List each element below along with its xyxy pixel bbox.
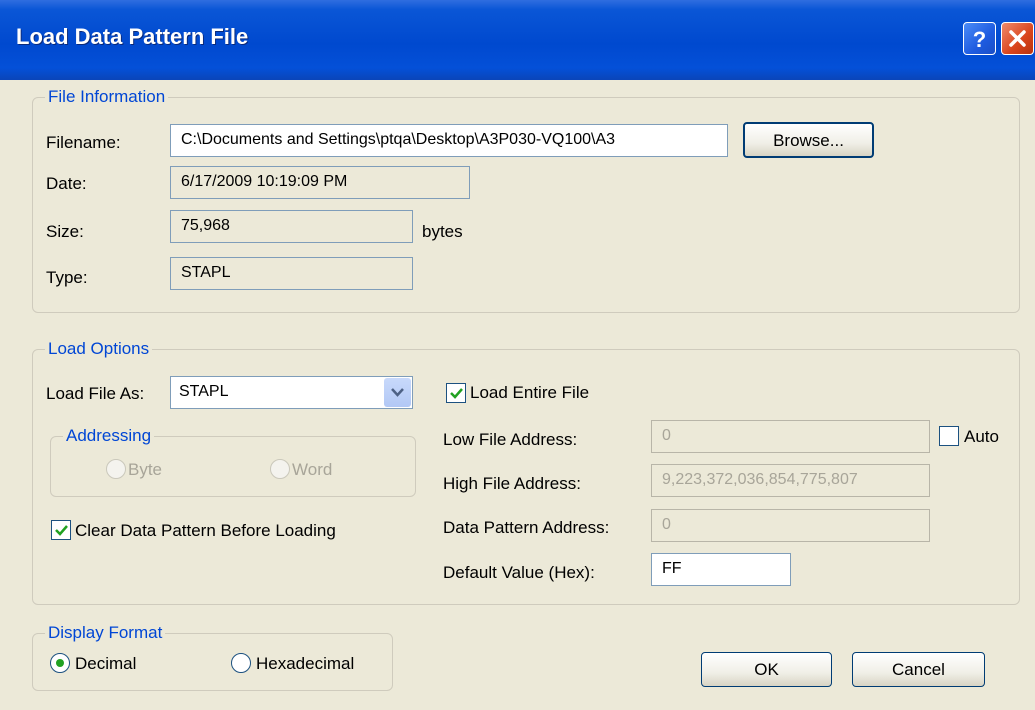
chevron-down-icon xyxy=(391,388,404,397)
word-label: Word xyxy=(292,460,333,479)
radio-selected-dot xyxy=(56,659,64,667)
data-pattern-address-label: Data Pattern Address: xyxy=(443,518,610,537)
title-bar[interactable]: Load Data Pattern File ? xyxy=(0,0,1035,80)
svg-text:?: ? xyxy=(973,27,986,52)
size-field: 75,968 xyxy=(170,210,413,243)
filename-field[interactable]: C:\Documents and Settings\ptqa\Desktop\A… xyxy=(170,124,728,157)
checkmark-icon xyxy=(55,525,68,536)
size-unit-label: bytes xyxy=(422,222,463,241)
dropdown-button[interactable] xyxy=(384,378,411,407)
ok-button[interactable]: OK xyxy=(701,652,832,687)
cancel-button[interactable]: Cancel xyxy=(852,652,985,687)
type-field: STAPL xyxy=(170,257,413,290)
load-file-as-value: STAPL xyxy=(179,383,229,400)
word-radio[interactable] xyxy=(270,459,290,479)
checkmark-icon xyxy=(450,388,463,399)
addressing-legend: Addressing xyxy=(63,426,155,446)
load-entire-file-label[interactable]: Load Entire File xyxy=(470,383,589,403)
decimal-label[interactable]: Decimal xyxy=(75,654,136,674)
clear-data-pattern-checkbox[interactable] xyxy=(51,520,71,540)
auto-checkbox[interactable] xyxy=(939,426,959,446)
load-entire-file-checkbox[interactable] xyxy=(446,383,466,403)
file-information-legend: File Information xyxy=(45,87,169,107)
size-label: Size: xyxy=(46,222,84,241)
load-file-as-select[interactable]: STAPL xyxy=(170,376,413,409)
help-button[interactable]: ? xyxy=(963,22,996,55)
default-value-field[interactable]: FF xyxy=(651,553,791,586)
data-pattern-address-field[interactable]: 0 xyxy=(651,509,930,542)
load-options-legend: Load Options xyxy=(45,339,153,359)
display-format-legend: Display Format xyxy=(45,623,166,643)
date-field: 6/17/2009 10:19:09 PM xyxy=(170,166,470,199)
low-file-address-label: Low File Address: xyxy=(443,430,578,449)
decimal-radio[interactable] xyxy=(50,653,70,673)
load-file-as-label: Load File As: xyxy=(46,384,145,403)
hexadecimal-radio[interactable] xyxy=(231,653,251,673)
date-label: Date: xyxy=(46,174,87,193)
high-file-address-label: High File Address: xyxy=(443,474,581,493)
browse-button[interactable]: Browse... xyxy=(743,122,874,158)
byte-radio[interactable] xyxy=(106,459,126,479)
dialog-title: Load Data Pattern File xyxy=(16,24,249,49)
auto-label[interactable]: Auto xyxy=(964,427,999,447)
addressing-group: Addressing xyxy=(50,426,416,497)
hexadecimal-label[interactable]: Hexadecimal xyxy=(256,654,354,674)
type-label: Type: xyxy=(46,268,88,287)
close-button[interactable] xyxy=(1001,22,1034,55)
clear-data-pattern-label[interactable]: Clear Data Pattern Before Loading xyxy=(75,521,336,541)
load-data-pattern-dialog: Load Data Pattern File ? File Informatio… xyxy=(0,0,1035,710)
close-icon xyxy=(1009,30,1026,47)
low-file-address-field[interactable]: 0 xyxy=(651,420,930,453)
default-value-label: Default Value (Hex): xyxy=(443,563,595,582)
high-file-address-field[interactable]: 9,223,372,036,854,775,807 xyxy=(651,464,930,497)
question-mark-icon: ? xyxy=(973,27,986,52)
byte-label: Byte xyxy=(128,460,163,479)
filename-label: Filename: xyxy=(46,133,121,152)
